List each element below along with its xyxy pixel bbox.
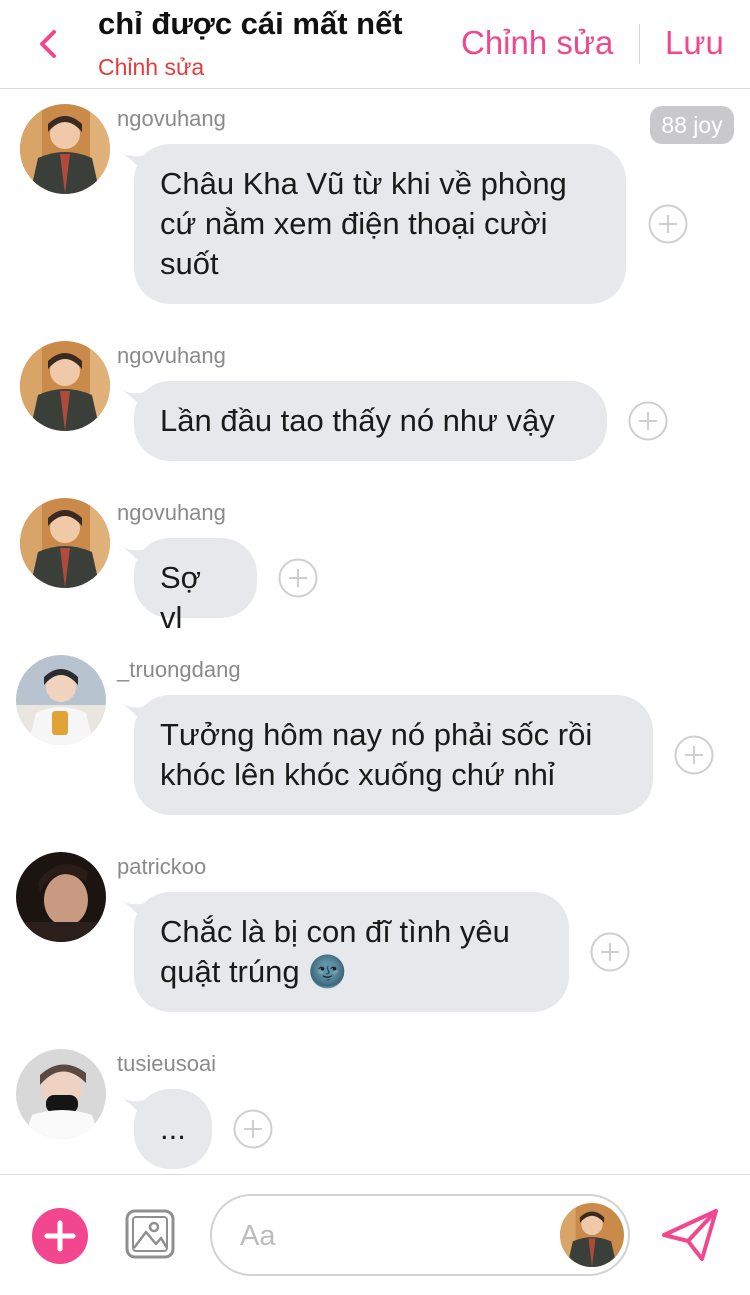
- back-chevron-icon[interactable]: [30, 24, 70, 64]
- message-line: khóc lên khóc xuống chứ nhỉ: [160, 757, 555, 792]
- save-button[interactable]: Lưu: [665, 24, 724, 62]
- message-input[interactable]: [238, 1214, 542, 1258]
- add-button[interactable]: [32, 1208, 88, 1264]
- avatar[interactable]: [16, 852, 106, 942]
- message-bubble[interactable]: ...: [134, 1089, 212, 1169]
- chat-title: chỉ được cái mất nết: [98, 6, 403, 41]
- add-reaction-icon[interactable]: [628, 401, 668, 441]
- message-bubble[interactable]: Sợ vl: [134, 538, 257, 635]
- chat-header: chỉ được cái mất nết Chỉnh sửa Chỉnh sửa…: [0, 0, 750, 89]
- edit-button[interactable]: Chỉnh sửa: [461, 24, 613, 62]
- avatar[interactable]: [20, 104, 110, 194]
- message-bubble[interactable]: Châu Kha Vũ từ khi về phòng cứ nằm xem đ…: [134, 144, 626, 304]
- message-line: suốt: [160, 246, 219, 281]
- message-line: Lần đầu tao thấy nó như vậy: [160, 403, 555, 438]
- add-reaction-icon[interactable]: [648, 204, 688, 244]
- add-reaction-icon[interactable]: [674, 735, 714, 775]
- message-input-box[interactable]: [210, 1194, 630, 1276]
- avatar[interactable]: [20, 498, 110, 588]
- composer-bar: [0, 1174, 750, 1295]
- plus-icon: [44, 1220, 76, 1252]
- avatar[interactable]: [560, 1203, 624, 1267]
- message-line: cứ nằm xem điện thoại cười: [160, 206, 548, 241]
- username: patrickoo: [117, 854, 207, 879]
- message-line: Châu Kha Vũ từ khi về phòng: [160, 166, 567, 201]
- username: _truongdang: [117, 657, 241, 682]
- header-divider: [639, 24, 640, 64]
- username: ngovuhang: [117, 106, 226, 131]
- add-reaction-icon[interactable]: [590, 932, 630, 972]
- message-line: Chắc là bị con đĩ tình yêu: [160, 914, 510, 949]
- message-line: Tưởng hôm nay nó phải sốc rồi: [160, 717, 593, 752]
- username: ngovuhang: [117, 343, 226, 368]
- avatar[interactable]: [16, 1049, 106, 1139]
- username: tusieusoai: [117, 1051, 217, 1076]
- chat-subtitle-edit[interactable]: Chỉnh sửa: [98, 54, 204, 81]
- username: ngovuhang: [117, 500, 226, 525]
- avatar[interactable]: [20, 341, 110, 431]
- message-bubble[interactable]: Chắc là bị con đĩ tình yêu quật trúng 🌚: [134, 892, 569, 1012]
- image-icon[interactable]: [124, 1208, 176, 1260]
- message-bubble[interactable]: Lần đầu tao thấy nó như vậy: [134, 381, 607, 461]
- joy-badge: 88 joy: [650, 106, 734, 144]
- message-bubble[interactable]: Tưởng hôm nay nó phải sốc rồi khóc lên k…: [134, 695, 653, 815]
- message-line: ...: [160, 1111, 186, 1146]
- add-reaction-icon[interactable]: [278, 558, 318, 598]
- message-line: quật trúng 🌚: [160, 954, 347, 989]
- message-line: Sợ vl: [160, 560, 202, 635]
- add-reaction-icon[interactable]: [233, 1109, 273, 1149]
- send-icon[interactable]: [660, 1207, 720, 1263]
- avatar[interactable]: [16, 655, 106, 745]
